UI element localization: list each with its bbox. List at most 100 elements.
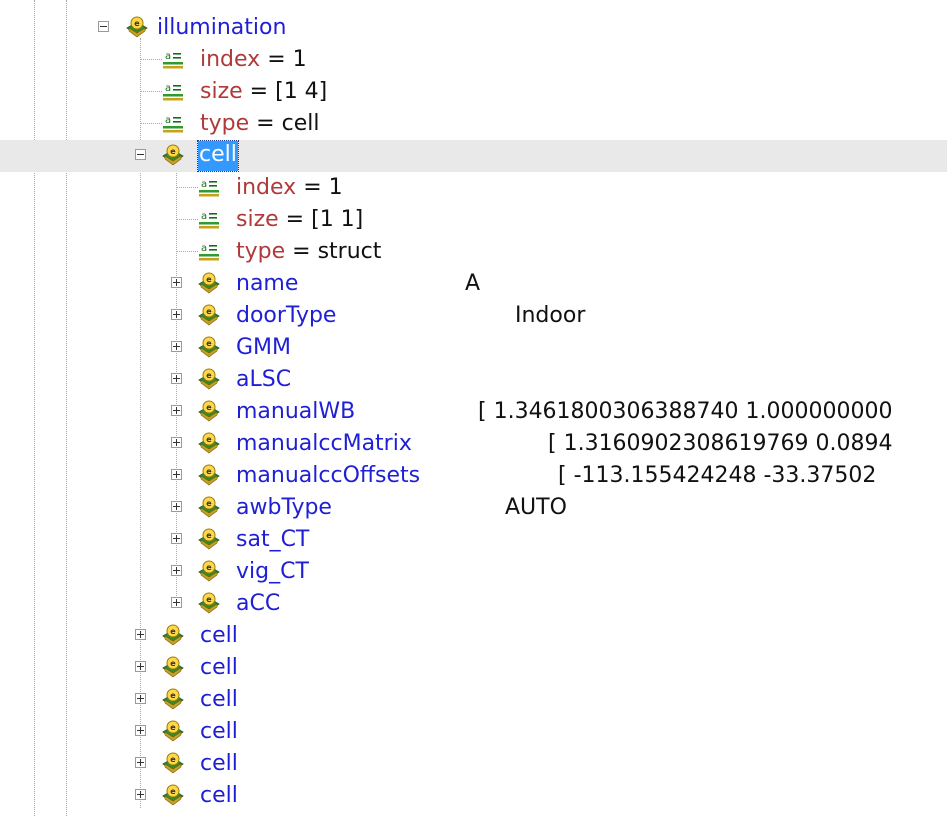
tree-node-cell[interactable]: cell: [0, 652, 947, 684]
node-value: [ -113.155424248 -33.37502: [558, 463, 877, 488]
tree-node-cell[interactable]: cell: [0, 748, 947, 780]
struct-node-icon: [162, 656, 184, 678]
attribute-row[interactable]: type = struct: [0, 236, 947, 268]
selected-node-label[interactable]: cell: [197, 140, 239, 172]
node-value: A: [465, 271, 481, 296]
node-label: illumination: [157, 15, 287, 40]
expand-toggle[interactable]: [135, 629, 146, 640]
attribute-icon: [198, 240, 220, 262]
attribute-key: size: [200, 79, 243, 104]
node-value: [ 1.3461800306388740 1.000000000: [478, 399, 893, 424]
attribute-key: size: [236, 207, 279, 232]
attribute-row[interactable]: type = cell: [0, 108, 947, 140]
attribute-key: index: [200, 47, 261, 72]
tree-node-doortype[interactable]: doorType Indoor: [0, 300, 947, 332]
tree-node-cell[interactable]: cell: [0, 684, 947, 716]
expand-toggle[interactable]: [135, 725, 146, 736]
expand-toggle[interactable]: [171, 309, 182, 320]
tree-node-manualwb[interactable]: manualWB [ 1.3461800306388740 1.00000000…: [0, 396, 947, 428]
attribute-value: 1: [328, 175, 343, 200]
node-label: manualccMatrix: [236, 431, 412, 456]
equals-sign: =: [256, 111, 275, 136]
node-label: cell: [200, 719, 238, 744]
node-label: awbType: [236, 495, 332, 520]
expand-toggle[interactable]: [171, 469, 182, 480]
expand-toggle[interactable]: [171, 437, 182, 448]
expand-toggle[interactable]: [135, 661, 146, 672]
tree-node-awbtype[interactable]: awbType AUTO: [0, 492, 947, 524]
node-label: manualccOffsets: [236, 463, 421, 488]
tree-node-cell[interactable]: cell: [0, 620, 947, 652]
struct-node-icon: [162, 752, 184, 774]
collapse-toggle[interactable]: [135, 149, 146, 160]
node-label: sat_CT: [236, 527, 310, 552]
attribute-key: index: [236, 175, 297, 200]
struct-node-icon: [198, 464, 220, 486]
tree-node-gmm[interactable]: GMM: [0, 332, 947, 364]
node-label: cell: [200, 751, 238, 776]
node-label: manualWB: [236, 399, 356, 424]
attribute-row[interactable]: size = [1 4]: [0, 76, 947, 108]
equals-sign: =: [303, 175, 322, 200]
tree-node-cell[interactable]: cell: [0, 716, 947, 748]
struct-node-icon: [198, 368, 220, 390]
variable-tree: illumination index = 1 size = [1 4] type…: [0, 0, 947, 816]
expand-toggle[interactable]: [135, 757, 146, 768]
tree-node-cell[interactable]: cell: [0, 780, 947, 812]
node-label: aCC: [236, 591, 281, 616]
struct-node-icon: [162, 688, 184, 710]
attribute-row[interactable]: index = 1: [0, 44, 947, 76]
struct-node-icon: [198, 400, 220, 422]
attribute-row[interactable]: index = 1: [0, 172, 947, 204]
tree-node-sat-ct[interactable]: sat_CT: [0, 524, 947, 556]
node-label: GMM: [236, 335, 292, 360]
expand-toggle[interactable]: [171, 501, 182, 512]
tree-node-manualccmatrix[interactable]: manualccMatrix [ 1.3160902308619769 0.08…: [0, 428, 947, 460]
expand-toggle[interactable]: [171, 341, 182, 352]
expand-toggle[interactable]: [171, 597, 182, 608]
struct-node-icon: [198, 592, 220, 614]
attribute-value: struct: [317, 239, 382, 264]
node-label: cell: [200, 655, 238, 680]
attribute-text: type = struct: [236, 238, 381, 266]
node-value: [ 1.3160902308619769 0.0894: [548, 431, 893, 456]
tree-node-alsc[interactable]: aLSC: [0, 364, 947, 396]
attribute-value: [1 1]: [311, 207, 364, 232]
expand-toggle[interactable]: [171, 405, 182, 416]
tree-node-name[interactable]: name A: [0, 268, 947, 300]
node-label: cell: [200, 687, 238, 712]
tree-node-cell-selected[interactable]: cell: [0, 140, 947, 172]
attribute-row[interactable]: size = [1 1]: [0, 204, 947, 236]
struct-node-icon: [162, 784, 184, 806]
struct-node-icon: [162, 720, 184, 742]
collapse-toggle[interactable]: [98, 21, 109, 32]
expand-toggle[interactable]: [171, 565, 182, 576]
node-value: Indoor: [515, 303, 586, 328]
attribute-icon: [162, 80, 184, 102]
struct-node-icon: [198, 560, 220, 582]
expand-toggle[interactable]: [135, 789, 146, 800]
node-label: cell: [200, 783, 238, 808]
tree-node-vig-ct[interactable]: vig_CT: [0, 556, 947, 588]
attribute-icon: [162, 112, 184, 134]
tree-node-acc[interactable]: aCC: [0, 588, 947, 620]
equals-sign: =: [292, 239, 311, 264]
attribute-icon: [162, 48, 184, 70]
struct-node-icon: [126, 16, 148, 38]
expand-toggle[interactable]: [171, 533, 182, 544]
expand-toggle[interactable]: [135, 693, 146, 704]
equals-sign: =: [285, 207, 305, 232]
node-label: cell: [200, 623, 238, 648]
node-label: doorType: [236, 303, 337, 328]
expand-toggle[interactable]: [171, 277, 182, 288]
struct-node-icon: [198, 432, 220, 454]
struct-node-icon: [198, 336, 220, 358]
struct-node-icon: [162, 624, 184, 646]
attribute-key: type: [200, 111, 250, 136]
equals-sign: =: [267, 47, 286, 72]
tree-node-manualccoffsets[interactable]: manualccOffsets [ -113.155424248 -33.375…: [0, 460, 947, 492]
expand-toggle[interactable]: [171, 373, 182, 384]
attribute-icon: [198, 208, 220, 230]
tree-node-illumination[interactable]: illumination: [0, 12, 947, 44]
struct-node-icon: [198, 272, 220, 294]
